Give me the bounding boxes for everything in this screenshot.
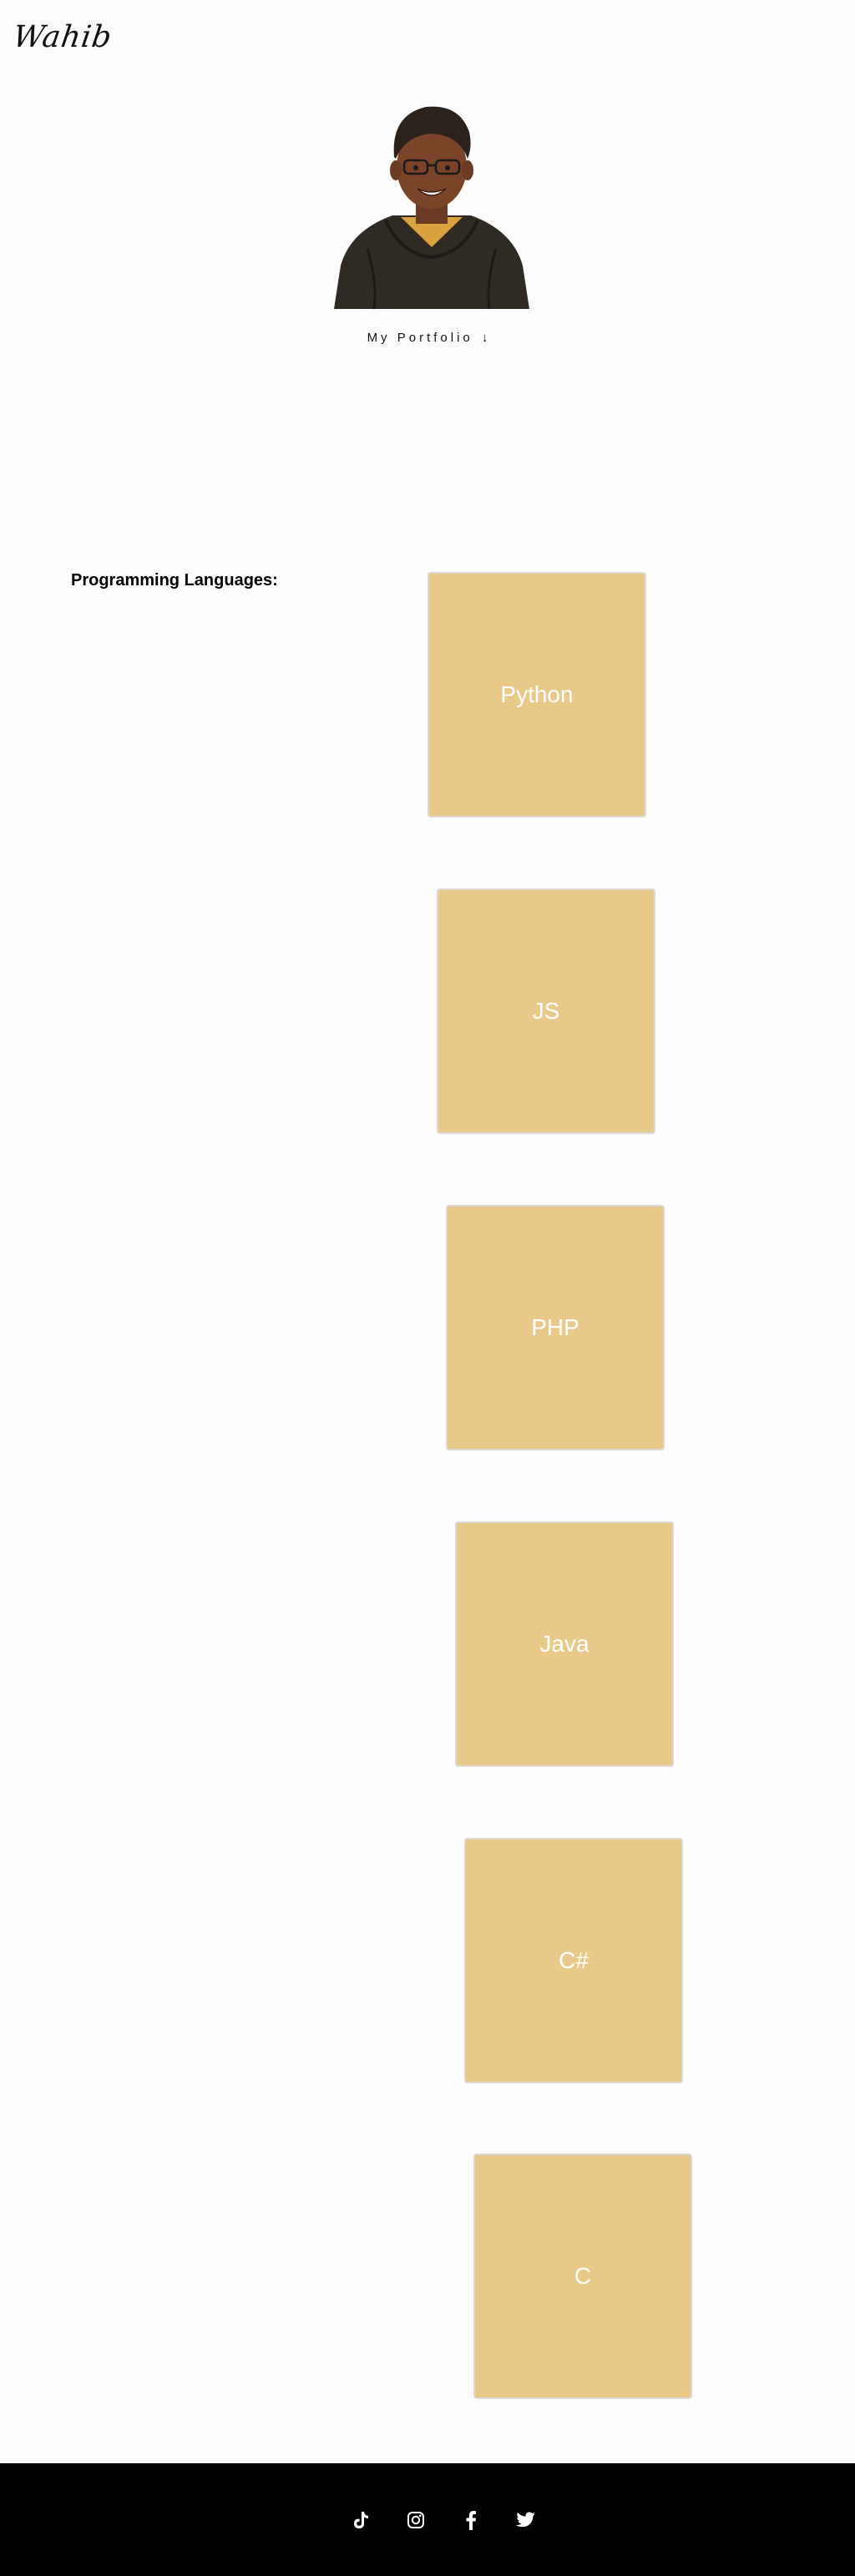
twitter-icon[interactable] (509, 2503, 543, 2537)
language-card-label: PHP (531, 1314, 579, 1340)
site-logo[interactable]: Wahib (11, 20, 114, 54)
section-heading: Programming Languages: (71, 571, 278, 590)
language-card-js[interactable]: JS (437, 888, 655, 1134)
portfolio-link[interactable]: My Portfolio ↓ (0, 331, 855, 345)
language-card-label: Java (539, 1631, 589, 1657)
portfolio-link-label: My Portfolio (367, 331, 473, 345)
facebook-icon[interactable] (454, 2503, 488, 2537)
arrow-down-icon: ↓ (481, 331, 488, 345)
language-card-python[interactable]: Python (428, 572, 646, 817)
tiktok-icon[interactable] (344, 2503, 377, 2537)
language-card-label: JS (532, 998, 560, 1024)
language-card-php[interactable]: PHP (446, 1205, 665, 1450)
language-card-label: Python (500, 681, 574, 707)
language-card-label: C (574, 2263, 592, 2289)
language-card-label: C# (559, 1947, 589, 1973)
language-card-csharp[interactable]: C# (464, 1838, 683, 2083)
language-card-java[interactable]: Java (455, 1521, 674, 1767)
instagram-icon[interactable] (399, 2503, 433, 2537)
footer (0, 2463, 855, 2576)
avatar-illustration (334, 106, 529, 309)
language-card-c[interactable]: C (473, 2153, 692, 2399)
